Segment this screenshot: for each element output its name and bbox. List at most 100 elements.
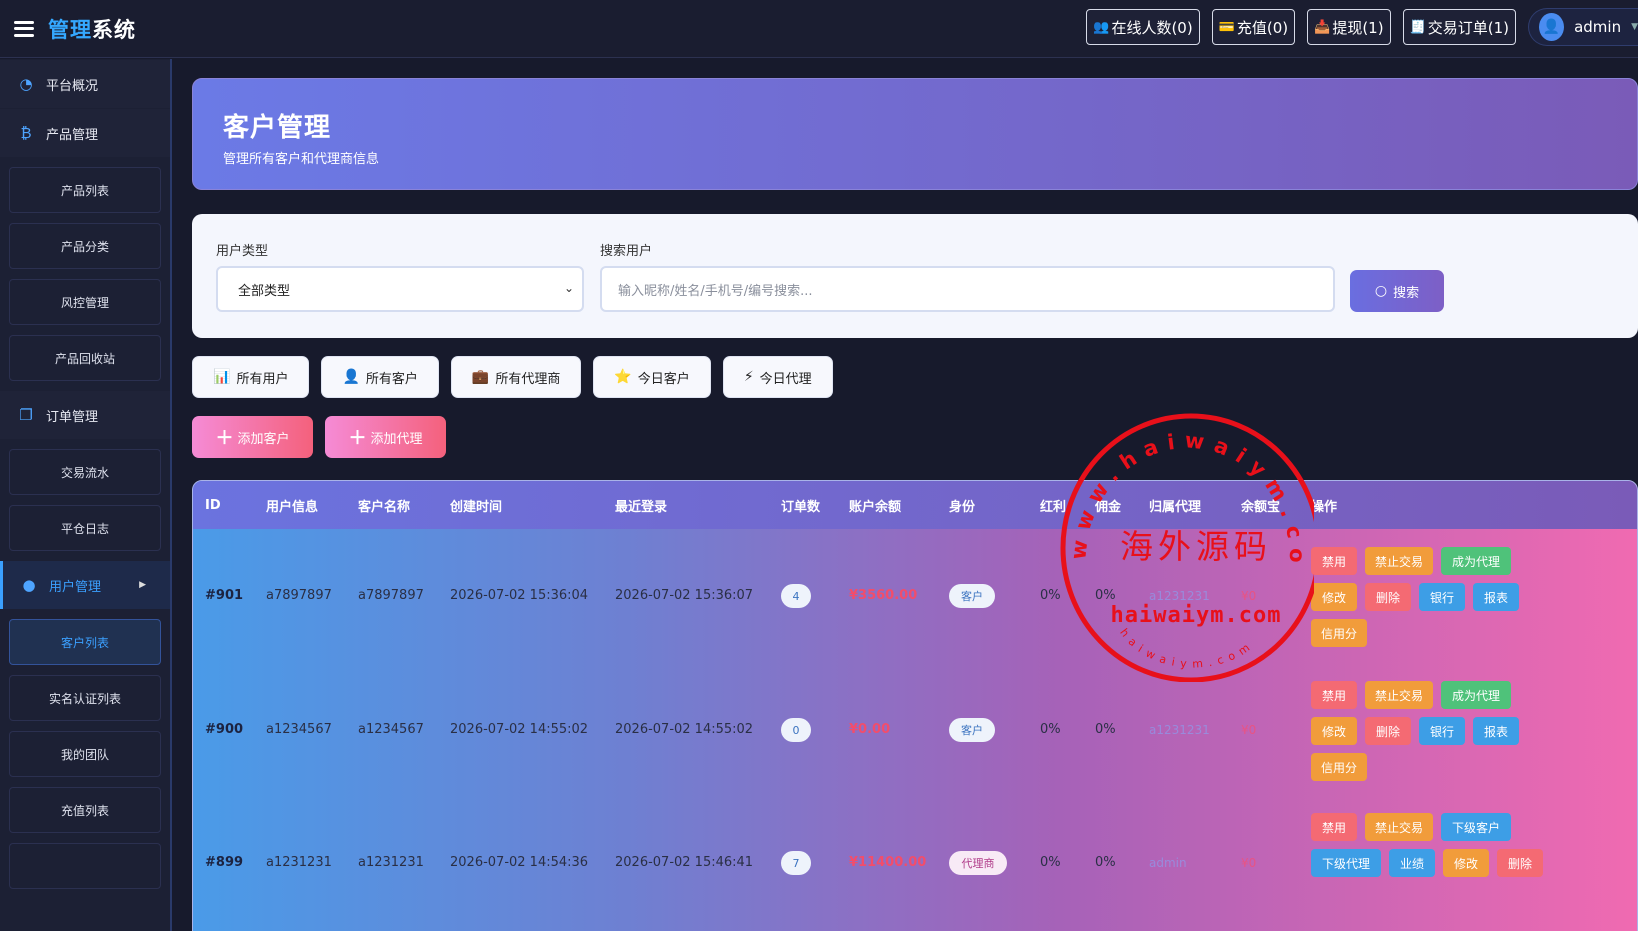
credit-score-button[interactable]: 信用分 bbox=[1311, 753, 1367, 781]
row-agent: admin bbox=[1149, 856, 1187, 870]
col-orders: 订单数 bbox=[781, 499, 821, 515]
chevron-down-icon: ⌄ bbox=[563, 281, 574, 295]
sub-customers-button[interactable]: 下级客户 bbox=[1441, 813, 1511, 841]
plus-icon: ＋ bbox=[215, 428, 234, 449]
star-icon: ⭐ bbox=[614, 369, 632, 385]
sidebar-group-user[interactable]: ● 用户管理 ▶ bbox=[0, 561, 170, 609]
chevron-down-icon: ▼ bbox=[1631, 22, 1638, 32]
sub-agents-button[interactable]: 下级代理 bbox=[1311, 849, 1381, 877]
row-user-info[interactable]: a1234567 bbox=[266, 722, 332, 737]
edit-button[interactable]: 修改 bbox=[1311, 717, 1357, 745]
sidebar-item-product-list[interactable]: 产品列表 bbox=[9, 167, 161, 213]
row-commission: 0% bbox=[1095, 722, 1116, 737]
tab-all-customers[interactable]: 👤 所有客户 bbox=[321, 356, 439, 398]
row-user-info[interactable]: a1231231 bbox=[266, 855, 332, 870]
person-icon: 👤 bbox=[342, 369, 360, 385]
row-commission: 0% bbox=[1095, 855, 1116, 870]
sidebar-group-overview[interactable]: ◔ 平台概况 bbox=[0, 60, 170, 108]
add-agent-button[interactable]: ＋添加代理 bbox=[325, 416, 446, 458]
user-type-label: 用户类型 bbox=[216, 244, 269, 259]
card-icon: 💳 bbox=[1218, 19, 1235, 35]
menu-icon[interactable] bbox=[14, 20, 34, 37]
search-button[interactable]: ○ 搜索 bbox=[1350, 270, 1444, 312]
users-icon: 👥 bbox=[1093, 19, 1110, 35]
row-balance: ¥3560.00 bbox=[849, 588, 918, 603]
row-bonus: 0% bbox=[1040, 855, 1061, 870]
col-role: 身份 bbox=[949, 499, 976, 515]
become-agent-button[interactable]: 成为代理 bbox=[1441, 681, 1511, 709]
add-buttons: ＋添加客户 ＋添加代理 bbox=[192, 416, 1638, 458]
row-yuebao: ¥0 bbox=[1241, 856, 1257, 870]
row-customer-name: a1231231 bbox=[358, 855, 424, 870]
lightning-icon: ⚡ bbox=[743, 369, 754, 385]
disable-button[interactable]: 禁用 bbox=[1311, 681, 1357, 709]
tab-all-agents[interactable]: 💼 所有代理商 bbox=[450, 356, 582, 398]
tab-today-customers[interactable]: ⭐ 今日客户 bbox=[593, 356, 711, 398]
tab-today-agents[interactable]: ⚡ 今日代理 bbox=[722, 356, 833, 398]
sidebar-item-verify-list[interactable]: 实名认证列表 bbox=[9, 675, 161, 721]
order-count-badge: 4 bbox=[781, 584, 811, 608]
ban-trade-button[interactable]: 禁止交易 bbox=[1365, 813, 1433, 841]
row-last-login: 2026-07-02 15:46:41 bbox=[615, 855, 754, 870]
disable-button[interactable]: 禁用 bbox=[1311, 813, 1357, 841]
page-header: 客户管理 管理所有客户和代理商信息 bbox=[192, 78, 1638, 190]
table-row: #901 a7897897 a7897897 2026-07-02 15:36:… bbox=[193, 529, 1637, 663]
col-last-login: 最近登录 bbox=[615, 499, 668, 515]
edit-button[interactable]: 修改 bbox=[1311, 583, 1357, 611]
sidebar-group-order[interactable]: ❐ 订单管理 bbox=[0, 391, 170, 439]
withdraw-icon: 📥 bbox=[1314, 19, 1331, 35]
user-menu[interactable]: 👤 admin ▼ bbox=[1528, 8, 1638, 46]
sidebar-item-product-recycle[interactable]: 产品回收站 bbox=[9, 335, 161, 381]
bank-button[interactable]: 银行 bbox=[1419, 583, 1465, 611]
add-customer-button[interactable]: ＋添加客户 bbox=[192, 416, 313, 458]
trade-orders-button[interactable]: 🧾 交易订单(1) bbox=[1402, 9, 1516, 45]
sidebar-item-close-log[interactable]: 平仓日志 bbox=[9, 505, 161, 551]
search-input[interactable]: 输入昵称/姓名/手机号/编号搜索... bbox=[600, 266, 1335, 312]
sidebar-group-product[interactable]: ₿ 产品管理 bbox=[0, 109, 170, 157]
main-content: 客户管理 管理所有客户和代理商信息 用户类型 搜索用户 全部类型 ⌄ 输入昵称/姓… bbox=[192, 78, 1638, 931]
col-user-info: 用户信息 bbox=[266, 499, 319, 515]
sidebar-item-product-category[interactable]: 产品分类 bbox=[9, 223, 161, 269]
row-yuebao: ¥0 bbox=[1241, 723, 1257, 737]
row-bonus: 0% bbox=[1040, 588, 1061, 603]
edit-button[interactable]: 修改 bbox=[1443, 849, 1489, 877]
row-user-info[interactable]: a7897897 bbox=[266, 588, 332, 603]
delete-button[interactable]: 删除 bbox=[1365, 583, 1411, 611]
ban-trade-button[interactable]: 禁止交易 bbox=[1365, 681, 1433, 709]
briefcase-icon: 💼 bbox=[471, 369, 490, 385]
customer-table: ID 用户信息 客户名称 创建时间 最近登录 订单数 账户余额 身份 红利 佣金… bbox=[192, 480, 1638, 931]
avatar: 👤 bbox=[1539, 13, 1565, 41]
sidebar-item-my-team[interactable]: 我的团队 bbox=[9, 731, 161, 777]
sidebar-item-more[interactable] bbox=[9, 843, 161, 889]
disable-button[interactable]: 禁用 bbox=[1311, 547, 1357, 575]
delete-button[interactable]: 删除 bbox=[1497, 849, 1543, 877]
recharge-button[interactable]: 💳 充值(0) bbox=[1211, 9, 1296, 45]
report-button[interactable]: 报表 bbox=[1473, 583, 1519, 611]
user-type-select[interactable]: 全部类型 ⌄ bbox=[216, 266, 584, 312]
ban-trade-button[interactable]: 禁止交易 bbox=[1365, 547, 1433, 575]
tab-all-users[interactable]: 📊 所有用户 bbox=[192, 356, 310, 398]
col-yuebao: 余额宝 bbox=[1241, 499, 1281, 515]
bank-button[interactable]: 银行 bbox=[1419, 717, 1465, 745]
sidebar-item-trade-flow[interactable]: 交易流水 bbox=[9, 449, 161, 495]
become-agent-button[interactable]: 成为代理 bbox=[1441, 547, 1511, 575]
report-button[interactable]: 报表 bbox=[1473, 717, 1519, 745]
search-icon: ○ bbox=[1374, 283, 1388, 299]
row-id: #901 bbox=[205, 588, 244, 603]
order-icon: 🧾 bbox=[1409, 19, 1426, 35]
role-badge: 代理商 bbox=[949, 851, 1007, 875]
row-created: 2026-07-02 14:55:02 bbox=[450, 722, 589, 737]
withdraw-button[interactable]: 📥 提现(1) bbox=[1307, 9, 1391, 45]
row-bonus: 0% bbox=[1040, 722, 1061, 737]
row-agent: a1231231 bbox=[1149, 589, 1210, 603]
performance-button[interactable]: 业绩 bbox=[1389, 849, 1435, 877]
sidebar-item-risk-control[interactable]: 风控管理 bbox=[9, 279, 161, 325]
table-header: ID 用户信息 客户名称 创建时间 最近登录 订单数 账户余额 身份 红利 佣金… bbox=[193, 481, 1637, 529]
sidebar-item-recharge-list[interactable]: 充值列表 bbox=[9, 787, 161, 833]
col-agent: 归属代理 bbox=[1149, 499, 1202, 515]
row-balance: ¥0.00 bbox=[849, 722, 891, 737]
delete-button[interactable]: 删除 bbox=[1365, 717, 1411, 745]
credit-score-button[interactable]: 信用分 bbox=[1311, 619, 1367, 647]
sidebar-item-customer-list[interactable]: 客户列表 bbox=[9, 619, 161, 665]
online-users-button[interactable]: 👥 在线人数(0) bbox=[1086, 9, 1200, 45]
